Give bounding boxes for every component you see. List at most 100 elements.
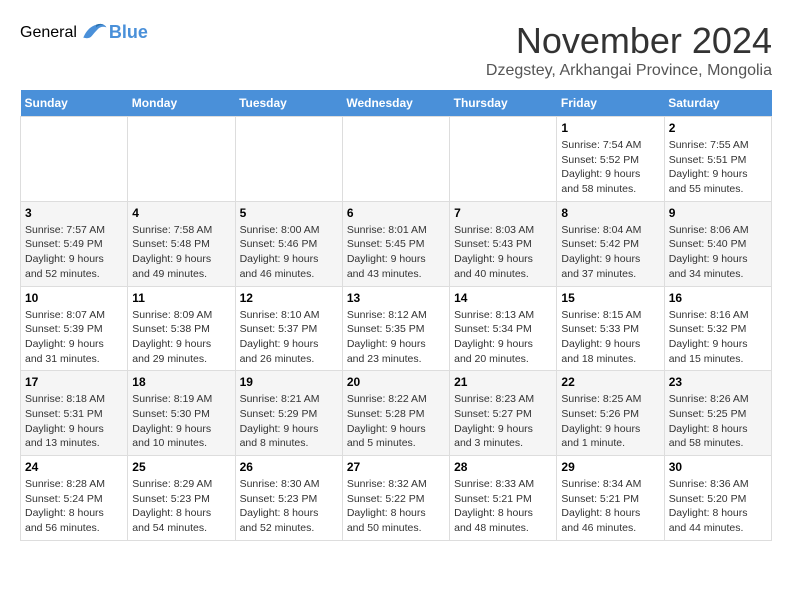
calendar-cell: 3 Sunrise: 7:57 AMSunset: 5:49 PMDaylight… <box>21 201 128 286</box>
day-info: Sunrise: 8:06 AMSunset: 5:40 PMDaylight:… <box>669 223 767 282</box>
calendar-cell: 27 Sunrise: 8:32 AMSunset: 5:22 PMDayligh… <box>342 456 449 541</box>
day-info: Sunrise: 8:29 AMSunset: 5:23 PMDaylight:… <box>132 477 230 536</box>
day-number: 22 <box>561 375 659 389</box>
calendar-cell: 1 Sunrise: 7:54 AMSunset: 5:52 PMDaylight… <box>557 117 664 202</box>
day-info: Sunrise: 8:03 AMSunset: 5:43 PMDaylight:… <box>454 223 552 282</box>
page-header: General Blue November 2024 Dzegstey, Ark… <box>20 20 772 80</box>
weekday-header-saturday: Saturday <box>664 90 771 117</box>
calendar-cell: 5Sunrise: 8:00 AMSunset: 5:46 PMDaylight… <box>235 201 342 286</box>
day-number: 6 <box>347 206 445 220</box>
calendar-cell: 6 Sunrise: 8:01 AMSunset: 5:45 PMDaylight… <box>342 201 449 286</box>
title-section: November 2024 Dzegstey, Arkhangai Provin… <box>486 20 772 80</box>
calendar-cell <box>235 117 342 202</box>
day-info: Sunrise: 8:12 AMSunset: 5:35 PMDaylight:… <box>347 308 445 367</box>
day-number: 4 <box>132 206 230 220</box>
calendar-cell: 2 Sunrise: 7:55 AMSunset: 5:51 PMDaylight… <box>664 117 771 202</box>
day-info: Sunrise: 8:28 AMSunset: 5:24 PMDaylight:… <box>25 477 123 536</box>
day-number: 5 <box>240 206 338 220</box>
weekday-header-sunday: Sunday <box>21 90 128 117</box>
calendar-cell: 19 Sunrise: 8:21 AMSunset: 5:29 PMDayligh… <box>235 371 342 456</box>
day-number: 12 <box>240 291 338 305</box>
calendar-week-row: 1 Sunrise: 7:54 AMSunset: 5:52 PMDaylight… <box>21 117 772 202</box>
calendar-table: SundayMondayTuesdayWednesdayThursdayFrid… <box>20 90 772 541</box>
day-number: 26 <box>240 460 338 474</box>
day-info: Sunrise: 8:13 AMSunset: 5:34 PMDaylight:… <box>454 308 552 367</box>
day-info: Sunrise: 8:23 AMSunset: 5:27 PMDaylight:… <box>454 392 552 451</box>
day-info: Sunrise: 7:54 AMSunset: 5:52 PMDaylight:… <box>561 138 659 197</box>
day-info: Sunrise: 7:58 AMSunset: 5:48 PMDaylight:… <box>132 223 230 282</box>
day-number: 27 <box>347 460 445 474</box>
calendar-cell: 30 Sunrise: 8:36 AMSunset: 5:20 PMDayligh… <box>664 456 771 541</box>
calendar-cell: 24 Sunrise: 8:28 AMSunset: 5:24 PMDayligh… <box>21 456 128 541</box>
day-info: Sunrise: 8:09 AMSunset: 5:38 PMDaylight:… <box>132 308 230 367</box>
day-info: Sunrise: 8:32 AMSunset: 5:22 PMDaylight:… <box>347 477 445 536</box>
calendar-cell: 23Sunrise: 8:26 AMSunset: 5:25 PMDayligh… <box>664 371 771 456</box>
day-info: Sunrise: 7:57 AMSunset: 5:49 PMDaylight:… <box>25 223 123 282</box>
day-number: 3 <box>25 206 123 220</box>
day-info: Sunrise: 8:25 AMSunset: 5:26 PMDaylight:… <box>561 392 659 451</box>
day-info: Sunrise: 8:30 AMSunset: 5:23 PMDaylight:… <box>240 477 338 536</box>
calendar-cell: 29Sunrise: 8:34 AMSunset: 5:21 PMDayligh… <box>557 456 664 541</box>
day-number: 17 <box>25 375 123 389</box>
day-info: Sunrise: 8:10 AMSunset: 5:37 PMDaylight:… <box>240 308 338 367</box>
calendar-cell <box>342 117 449 202</box>
day-info: Sunrise: 8:19 AMSunset: 5:30 PMDaylight:… <box>132 392 230 451</box>
day-number: 10 <box>25 291 123 305</box>
day-info: Sunrise: 8:26 AMSunset: 5:25 PMDaylight:… <box>669 392 767 451</box>
day-info: Sunrise: 8:01 AMSunset: 5:45 PMDaylight:… <box>347 223 445 282</box>
day-number: 24 <box>25 460 123 474</box>
calendar-cell: 14Sunrise: 8:13 AMSunset: 5:34 PMDayligh… <box>450 286 557 371</box>
weekday-header-thursday: Thursday <box>450 90 557 117</box>
calendar-cell: 15 Sunrise: 8:15 AMSunset: 5:33 PMDayligh… <box>557 286 664 371</box>
calendar-cell: 25 Sunrise: 8:29 AMSunset: 5:23 PMDayligh… <box>128 456 235 541</box>
day-number: 2 <box>669 121 767 135</box>
day-number: 18 <box>132 375 230 389</box>
calendar-cell <box>450 117 557 202</box>
day-number: 19 <box>240 375 338 389</box>
calendar-cell <box>21 117 128 202</box>
day-info: Sunrise: 8:18 AMSunset: 5:31 PMDaylight:… <box>25 392 123 451</box>
logo-blue: Blue <box>109 22 148 43</box>
day-number: 28 <box>454 460 552 474</box>
day-number: 15 <box>561 291 659 305</box>
day-number: 11 <box>132 291 230 305</box>
day-info: Sunrise: 8:21 AMSunset: 5:29 PMDaylight:… <box>240 392 338 451</box>
calendar-cell: 17 Sunrise: 8:18 AMSunset: 5:31 PMDayligh… <box>21 371 128 456</box>
calendar-cell: 4 Sunrise: 7:58 AMSunset: 5:48 PMDaylight… <box>128 201 235 286</box>
weekday-header-monday: Monday <box>128 90 235 117</box>
day-info: Sunrise: 8:34 AMSunset: 5:21 PMDaylight:… <box>561 477 659 536</box>
logo: General Blue <box>20 20 148 45</box>
calendar-cell: 13Sunrise: 8:12 AMSunset: 5:35 PMDayligh… <box>342 286 449 371</box>
calendar-cell: 26 Sunrise: 8:30 AMSunset: 5:23 PMDayligh… <box>235 456 342 541</box>
day-number: 25 <box>132 460 230 474</box>
calendar-cell: 10 Sunrise: 8:07 AMSunset: 5:39 PMDayligh… <box>21 286 128 371</box>
calendar-cell: 21 Sunrise: 8:23 AMSunset: 5:27 PMDayligh… <box>450 371 557 456</box>
calendar-cell: 12 Sunrise: 8:10 AMSunset: 5:37 PMDayligh… <box>235 286 342 371</box>
calendar-cell: 8 Sunrise: 8:04 AMSunset: 5:42 PMDaylight… <box>557 201 664 286</box>
day-info: Sunrise: 8:15 AMSunset: 5:33 PMDaylight:… <box>561 308 659 367</box>
calendar-cell: 20 Sunrise: 8:22 AMSunset: 5:28 PMDayligh… <box>342 371 449 456</box>
day-info: Sunrise: 7:55 AMSunset: 5:51 PMDaylight:… <box>669 138 767 197</box>
calendar-week-row: 10 Sunrise: 8:07 AMSunset: 5:39 PMDayligh… <box>21 286 772 371</box>
day-number: 20 <box>347 375 445 389</box>
weekday-header-wednesday: Wednesday <box>342 90 449 117</box>
day-info: Sunrise: 8:36 AMSunset: 5:20 PMDaylight:… <box>669 477 767 536</box>
day-number: 30 <box>669 460 767 474</box>
day-number: 8 <box>561 206 659 220</box>
location-subtitle: Dzegstey, Arkhangai Province, Mongolia <box>486 62 772 80</box>
day-info: Sunrise: 8:22 AMSunset: 5:28 PMDaylight:… <box>347 392 445 451</box>
weekday-header-friday: Friday <box>557 90 664 117</box>
weekday-header-tuesday: Tuesday <box>235 90 342 117</box>
calendar-week-row: 3 Sunrise: 7:57 AMSunset: 5:49 PMDaylight… <box>21 201 772 286</box>
day-info: Sunrise: 8:04 AMSunset: 5:42 PMDaylight:… <box>561 223 659 282</box>
logo-bird-icon <box>79 20 109 45</box>
calendar-cell: 28Sunrise: 8:33 AMSunset: 5:21 PMDayligh… <box>450 456 557 541</box>
calendar-cell: 22 Sunrise: 8:25 AMSunset: 5:26 PMDayligh… <box>557 371 664 456</box>
day-number: 16 <box>669 291 767 305</box>
day-number: 21 <box>454 375 552 389</box>
logo-general: General <box>20 24 77 42</box>
calendar-week-row: 24 Sunrise: 8:28 AMSunset: 5:24 PMDayligh… <box>21 456 772 541</box>
day-info: Sunrise: 8:16 AMSunset: 5:32 PMDaylight:… <box>669 308 767 367</box>
day-info: Sunrise: 8:07 AMSunset: 5:39 PMDaylight:… <box>25 308 123 367</box>
day-number: 1 <box>561 121 659 135</box>
